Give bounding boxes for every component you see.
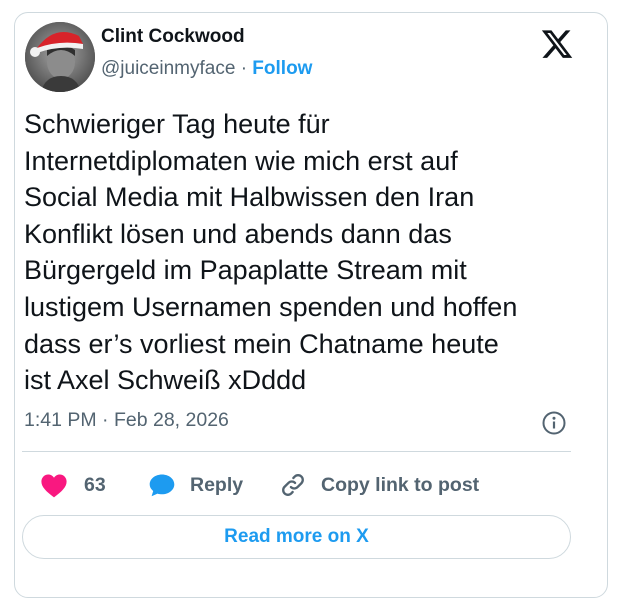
tweet-text: Schwieriger Tag heute für Internetdiplom… (24, 109, 518, 396)
like-button[interactable]: 63 (40, 470, 106, 500)
read-more-button[interactable]: Read more on X (22, 515, 571, 559)
x-logo-icon[interactable] (540, 30, 574, 61)
reply-label: Reply (190, 473, 244, 496)
author-handle[interactable]: @juiceinmyface (101, 58, 235, 79)
speech-bubble-icon (148, 472, 176, 498)
reply-button[interactable]: Reply (148, 470, 243, 500)
link-icon (279, 471, 307, 499)
follow-button[interactable]: Follow (252, 58, 312, 79)
divider (22, 451, 571, 452)
heart-icon (40, 472, 68, 498)
tweet-date: Feb 28, 2026 (113, 409, 229, 431)
tweet-time: 1:41 PM (24, 409, 97, 431)
like-count: 63 (84, 473, 106, 496)
tweet-timestamp[interactable]: 1:41 PM · Feb 28, 2026 (24, 409, 229, 432)
timestamp-separator: · (102, 409, 109, 431)
copy-link-label: Copy link to post (321, 473, 480, 496)
info-icon[interactable] (541, 410, 567, 436)
author-name[interactable]: Clint Cockwood (101, 26, 245, 48)
avatar[interactable] (25, 22, 95, 92)
handle-separator: · (240, 58, 248, 79)
copy-link-button[interactable]: Copy link to post (279, 470, 479, 500)
avatar-image (25, 22, 95, 92)
author-handle-row: @juiceinmyface · Follow (101, 58, 312, 80)
